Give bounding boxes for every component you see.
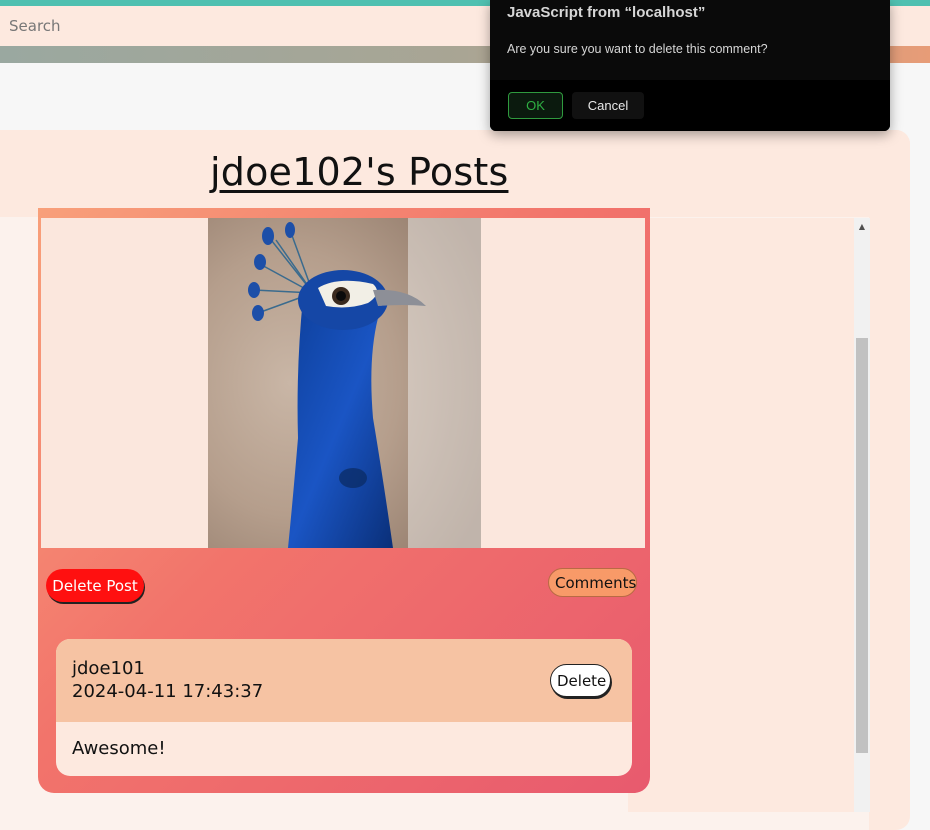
delete-post-button[interactable]: Delete Post [46, 569, 144, 602]
comment-username: jdoe101 [72, 658, 145, 679]
panel-header: jdoe102's Posts [0, 130, 910, 217]
scrollbar[interactable]: ▲ [854, 218, 870, 812]
dialog-footer: OK Cancel [490, 80, 890, 131]
page-title: jdoe102's Posts [210, 150, 509, 194]
dialog-title: JavaScript from “localhost” [507, 4, 706, 21]
scrollbar-thumb[interactable] [856, 338, 868, 753]
cancel-button[interactable]: Cancel [572, 92, 644, 119]
post-card: Delete Post Comments jdoe101 2024-04-11 … [38, 208, 650, 793]
peacock-image [208, 218, 481, 548]
comment-card: jdoe101 2024-04-11 17:43:37 Delete Aweso… [56, 639, 632, 776]
confirm-dialog: JavaScript from “localhost” Are you sure… [490, 0, 890, 131]
post-image-frame [41, 218, 645, 548]
comment-text: Awesome! [72, 738, 166, 759]
ok-button[interactable]: OK [508, 92, 563, 119]
comments-button[interactable]: Comments [548, 568, 637, 597]
panel-right-margin [869, 130, 910, 830]
posts-scroll-area[interactable]: Delete Post Comments jdoe101 2024-04-11 … [18, 208, 870, 812]
comment-header: jdoe101 2024-04-11 17:43:37 Delete [56, 639, 632, 722]
scroll-area-background [628, 218, 854, 812]
scroll-up-arrow-icon[interactable]: ▲ [854, 222, 870, 232]
dialog-message: Are you sure you want to delete this com… [507, 42, 768, 56]
post-image [208, 218, 481, 548]
comment-date: 2024-04-11 17:43:37 [72, 681, 264, 702]
delete-comment-button[interactable]: Delete [550, 664, 611, 697]
